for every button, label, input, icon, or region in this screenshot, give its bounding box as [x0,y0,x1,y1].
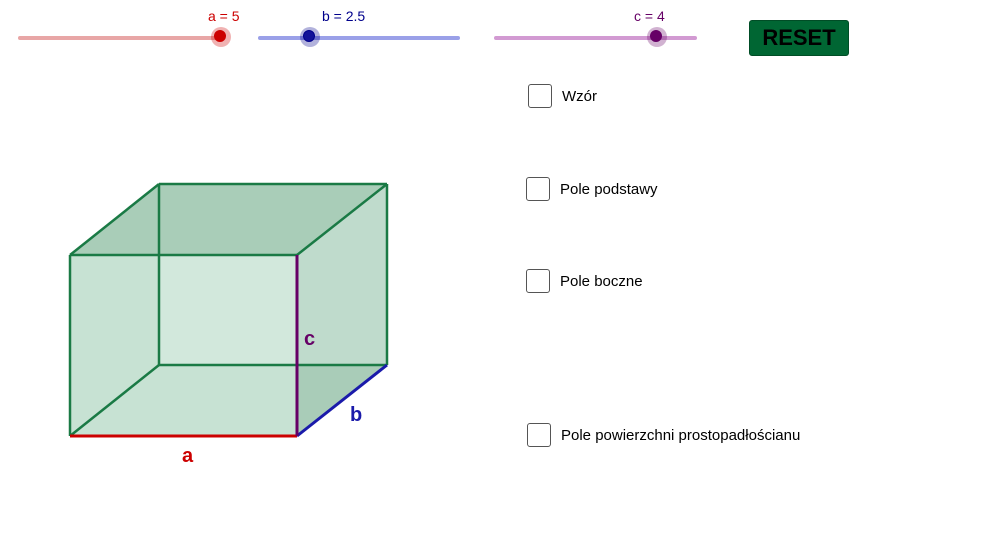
base-area-checkbox[interactable] [526,177,550,201]
reset-button[interactable]: RESET [749,20,849,56]
slider-b-knob[interactable] [299,27,320,47]
slider-b[interactable] [258,27,460,51]
cuboid-right-face [297,184,387,436]
slider-b-label: b = 2.5 [322,8,366,24]
slider-c-knob[interactable] [647,27,668,47]
edge-bottom-left-depth [69,364,160,437]
cuboid-bottom-face [70,365,387,436]
formula-checkbox-label: Wzór [562,87,597,105]
edge-c-label: c [304,328,315,350]
surface-area-checkbox-label: Pole powierzchni prostopadłościanu [561,426,801,444]
surface-area-checkbox[interactable] [527,423,551,447]
slider-a-track[interactable] [18,36,220,40]
edge-b [296,363,388,438]
cuboid-drawing: a b c [68,182,389,467]
slider-a-label: a = 5 [208,8,240,24]
cuboid-top-face [70,184,387,255]
slider-b-track[interactable] [258,36,460,40]
slider-c[interactable] [494,27,697,51]
checkbox-row-lateral-area[interactable]: Pole boczne [526,269,643,293]
slider-a-knob[interactable] [211,27,231,47]
cuboid-front-face [70,255,297,436]
edge-b-label: b [350,404,362,426]
edge-top-right-depth [296,183,388,256]
checkbox-row-base-area[interactable]: Pole podstawy [526,177,658,201]
formula-checkbox[interactable] [528,84,552,108]
lateral-area-checkbox[interactable] [526,269,550,293]
slider-c-label: c = 4 [634,8,665,24]
checkbox-row-surface-area[interactable]: Pole powierzchni prostopadłościanu [527,423,800,447]
base-area-checkbox-label: Pole podstawy [560,180,658,198]
checkbox-row-formula[interactable]: Wzór [528,84,597,108]
edge-top-left-depth [69,183,160,256]
cuboid-left-face [70,184,159,436]
slider-a[interactable] [18,27,231,51]
edge-a-label: a [182,445,194,467]
lateral-area-checkbox-label: Pole boczne [560,272,643,290]
cuboid-back-face [159,184,387,365]
